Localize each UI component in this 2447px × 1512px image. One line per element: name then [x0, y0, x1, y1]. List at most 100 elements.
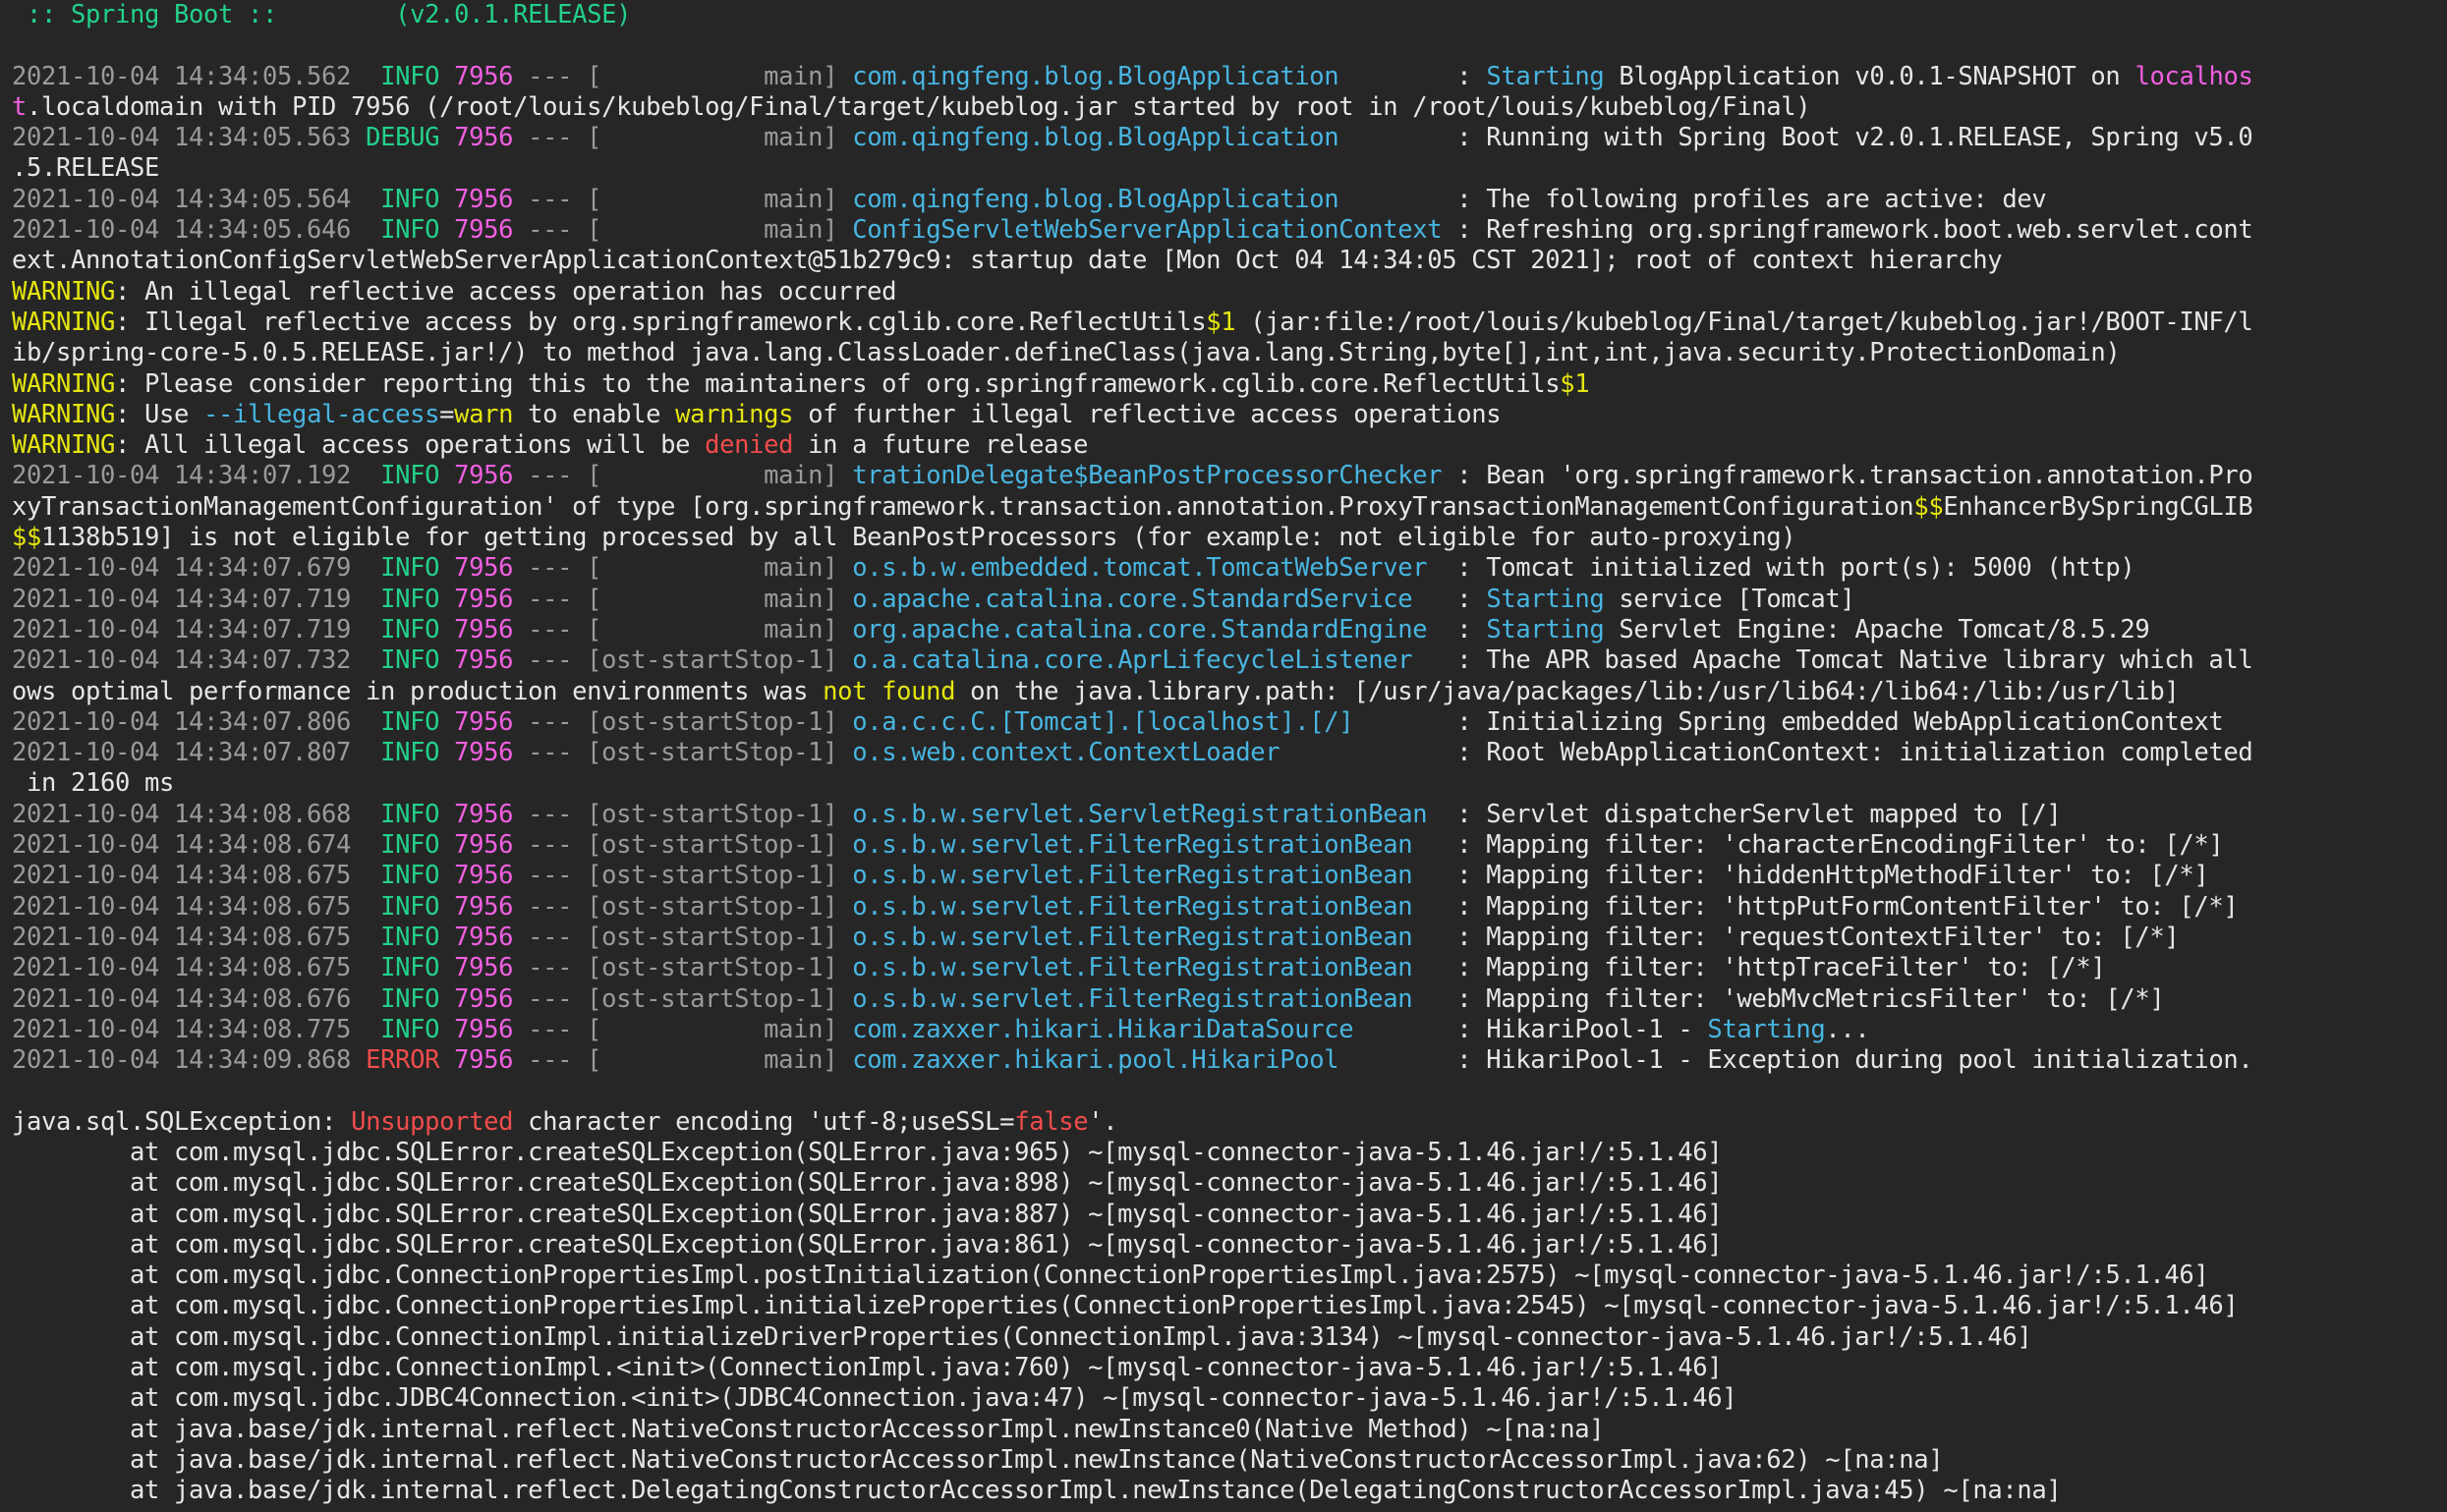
- log-line: at java.base/jdk.internal.reflect.Delega…: [12, 1476, 2435, 1506]
- log-segment-default: : All illegal access operations will be: [115, 430, 706, 461]
- log-segment-magenta: 7956: [454, 706, 514, 737]
- log-segment-cyan: trationDelegate$BeanPostProcessorChecker: [852, 461, 1443, 491]
- log-segment-default: ext.AnnotationConfigServletWebServerAppl…: [12, 246, 2003, 276]
- log-line: in 2160 ms: [12, 768, 2435, 799]
- log-segment-gray: 2021-10-04 14:34:07.732: [12, 645, 367, 676]
- log-segment-gray: 2021-10-04 14:34:09.868: [12, 1045, 367, 1076]
- log-segment-gray: ---: [513, 861, 588, 891]
- log-segment-gray: ---: [513, 123, 588, 153]
- log-segment-default: at com.mysql.jdbc.ConnectionPropertiesIm…: [12, 1260, 2209, 1291]
- log-segment-cyan: o.s.web.context.ContextLoader: [852, 738, 1280, 768]
- log-segment-cyan: o.s.b.w.embedded.tomcat.TomcatWebServer: [852, 553, 1428, 584]
- log-segment-default: [439, 215, 454, 245]
- log-segment-magenta: 7956: [454, 922, 514, 952]
- log-segment-gray: ]: [823, 461, 853, 491]
- log-segment-default: EnhancerBySpringCGLIB: [1943, 491, 2253, 522]
- log-line: 2021-10-04 14:34:08.675 INFO 7956 --- [o…: [12, 953, 2435, 983]
- log-segment-gray: [: [587, 738, 602, 768]
- log-segment-gray: ]: [823, 553, 853, 584]
- log-line: 2021-10-04 14:34:08.668 INFO 7956 --- [o…: [12, 800, 2435, 830]
- log-segment-default: BlogApplication v0.0.1-SNAPSHOT on: [1604, 61, 2135, 91]
- log-segment-green: INFO: [366, 706, 440, 737]
- log-segment-default: ib/spring-core-5.0.5.RELEASE.jar!/) to m…: [12, 338, 2121, 368]
- log-segment-green: INFO: [366, 830, 440, 861]
- log-line: t.localdomain with PID 7956 (/root/louis…: [12, 92, 2435, 123]
- log-segment-gray: ost-startStop-1: [601, 706, 824, 737]
- log-line: WARNING: All illegal access operations w…: [12, 430, 2435, 461]
- log-segment-gray: 2021-10-04 14:34:08.668: [12, 799, 367, 829]
- log-segment-default: '.: [1088, 1106, 1118, 1137]
- log-segment-gray: [: [587, 61, 602, 91]
- log-segment-cyan: o.s.b.w.servlet.FilterRegistrationBean: [852, 891, 1413, 922]
- log-segment-default: [439, 892, 454, 922]
- log-segment-gray: 2021-10-04 14:34:07.679: [12, 553, 367, 584]
- log-segment-default: on the java.library.path: [/usr/java/pac…: [955, 676, 2180, 706]
- log-line: WARNING: Illegal reflective access by or…: [12, 308, 2435, 338]
- log-segment-green: INFO: [366, 922, 440, 952]
- log-segment-gray: ost-startStop-1: [601, 799, 824, 829]
- log-segment-cyan: Starting: [1486, 61, 1605, 91]
- log-segment-gray: 2021-10-04 14:34:08.674: [12, 830, 367, 861]
- log-segment-green: INFO: [366, 215, 440, 246]
- log-line: 2021-10-04 14:34:07.679 INFO 7956 --- [ …: [12, 553, 2435, 584]
- log-segment-default: :: [1338, 61, 1487, 91]
- log-segment-gray: ost-startStop-1: [601, 645, 824, 676]
- log-segment-green: INFO: [366, 461, 440, 491]
- log-segment-default: to enable: [513, 399, 676, 429]
- log-segment-green: INFO: [366, 861, 440, 891]
- log-segment-green: INFO: [366, 645, 440, 676]
- log-segment-default: at com.mysql.jdbc.ConnectionImpl.<init>(…: [12, 1353, 1723, 1383]
- log-segment-yellow: not found: [823, 676, 956, 706]
- log-segment-gray: 2021-10-04 14:34:08.675: [12, 891, 367, 922]
- log-segment-gray: [: [587, 584, 602, 614]
- log-segment-gray: [: [587, 1014, 602, 1044]
- log-line: at com.mysql.jdbc.ConnectionPropertiesIm…: [12, 1260, 2435, 1291]
- log-segment-default: in a future release: [793, 430, 1089, 461]
- log-segment-gray: ]: [823, 645, 853, 676]
- log-segment-cyan: o.s.b.w.servlet.FilterRegistrationBean: [852, 830, 1413, 861]
- log-line: 2021-10-04 14:34:08.676 INFO 7956 --- [o…: [12, 984, 2435, 1015]
- log-segment-gray: ---: [513, 645, 588, 676]
- log-segment-gray: ost-startStop-1: [601, 983, 824, 1014]
- log-segment-cyan: o.s.b.w.servlet.FilterRegistrationBean: [852, 861, 1413, 891]
- log-segment-default: [439, 123, 454, 152]
- log-segment-default: : Please consider reporting this to the …: [115, 368, 1561, 399]
- log-line: at com.mysql.jdbc.SQLError.createSQLExce…: [12, 1200, 2435, 1230]
- log-segment-gray: ]: [823, 123, 853, 153]
- log-segment-green: INFO: [366, 1014, 440, 1044]
- log-line: .5.RELEASE: [12, 153, 2435, 184]
- log-segment-magenta: 7956: [454, 215, 514, 246]
- terminal-console[interactable]: :: Spring Boot :: (v2.0.1.RELEASE) 2021-…: [0, 0, 2447, 1512]
- log-line: at com.mysql.jdbc.ConnectionPropertiesIm…: [12, 1291, 2435, 1321]
- log-segment-magenta: 7956: [454, 645, 514, 676]
- log-segment-default: [439, 830, 454, 860]
- log-segment-magenta: t: [12, 91, 28, 122]
- log-segment-magenta: 7956: [454, 1045, 514, 1076]
- log-segment-green: INFO: [366, 553, 440, 584]
- log-line: xyTransactionManagementConfiguration' of…: [12, 492, 2435, 523]
- log-line: ib/spring-core-5.0.5.RELEASE.jar!/) to m…: [12, 338, 2435, 368]
- log-segment-green: (v2.0.1.RELEASE): [292, 0, 632, 29]
- log-segment-gray: [: [587, 614, 602, 644]
- log-segment-yellow: warnings: [675, 399, 794, 429]
- log-segment-gray: main: [601, 184, 824, 214]
- log-segment-magenta: 7956: [454, 184, 514, 214]
- log-line: at com.mysql.jdbc.ConnectionImpl.initial…: [12, 1322, 2435, 1353]
- log-segment-green: INFO: [366, 584, 440, 614]
- log-segment-gray: [: [587, 461, 602, 491]
- log-segment-default: : Bean 'org.springframework.transaction.…: [1442, 461, 2253, 491]
- log-segment-default: at com.mysql.jdbc.ConnectionImpl.initial…: [12, 1321, 2032, 1352]
- log-segment-gray: 2021-10-04 14:34:05.564: [12, 184, 367, 214]
- log-line: 2021-10-04 14:34:05.563 DEBUG 7956 --- […: [12, 123, 2435, 153]
- log-segment-gray: ]: [823, 983, 853, 1014]
- log-segment-yellow: WARNING: [12, 430, 116, 461]
- log-segment-default: of further illegal reflective access ope…: [793, 399, 1502, 429]
- log-segment-default: : Refreshing org.springframework.boot.we…: [1442, 215, 2253, 246]
- log-segment-default: at java.base/jdk.internal.reflect.Native…: [12, 1444, 1944, 1475]
- log-segment-gray: 2021-10-04 14:34:08.675: [12, 861, 367, 891]
- log-segment-gray: [: [587, 645, 602, 676]
- log-segment-gray: ]: [823, 1014, 853, 1044]
- log-line: 2021-10-04 14:34:05.564 INFO 7956 --- [ …: [12, 185, 2435, 215]
- log-segment-default: : Mapping filter: 'webMvcMetricsFilter' …: [1412, 983, 2165, 1014]
